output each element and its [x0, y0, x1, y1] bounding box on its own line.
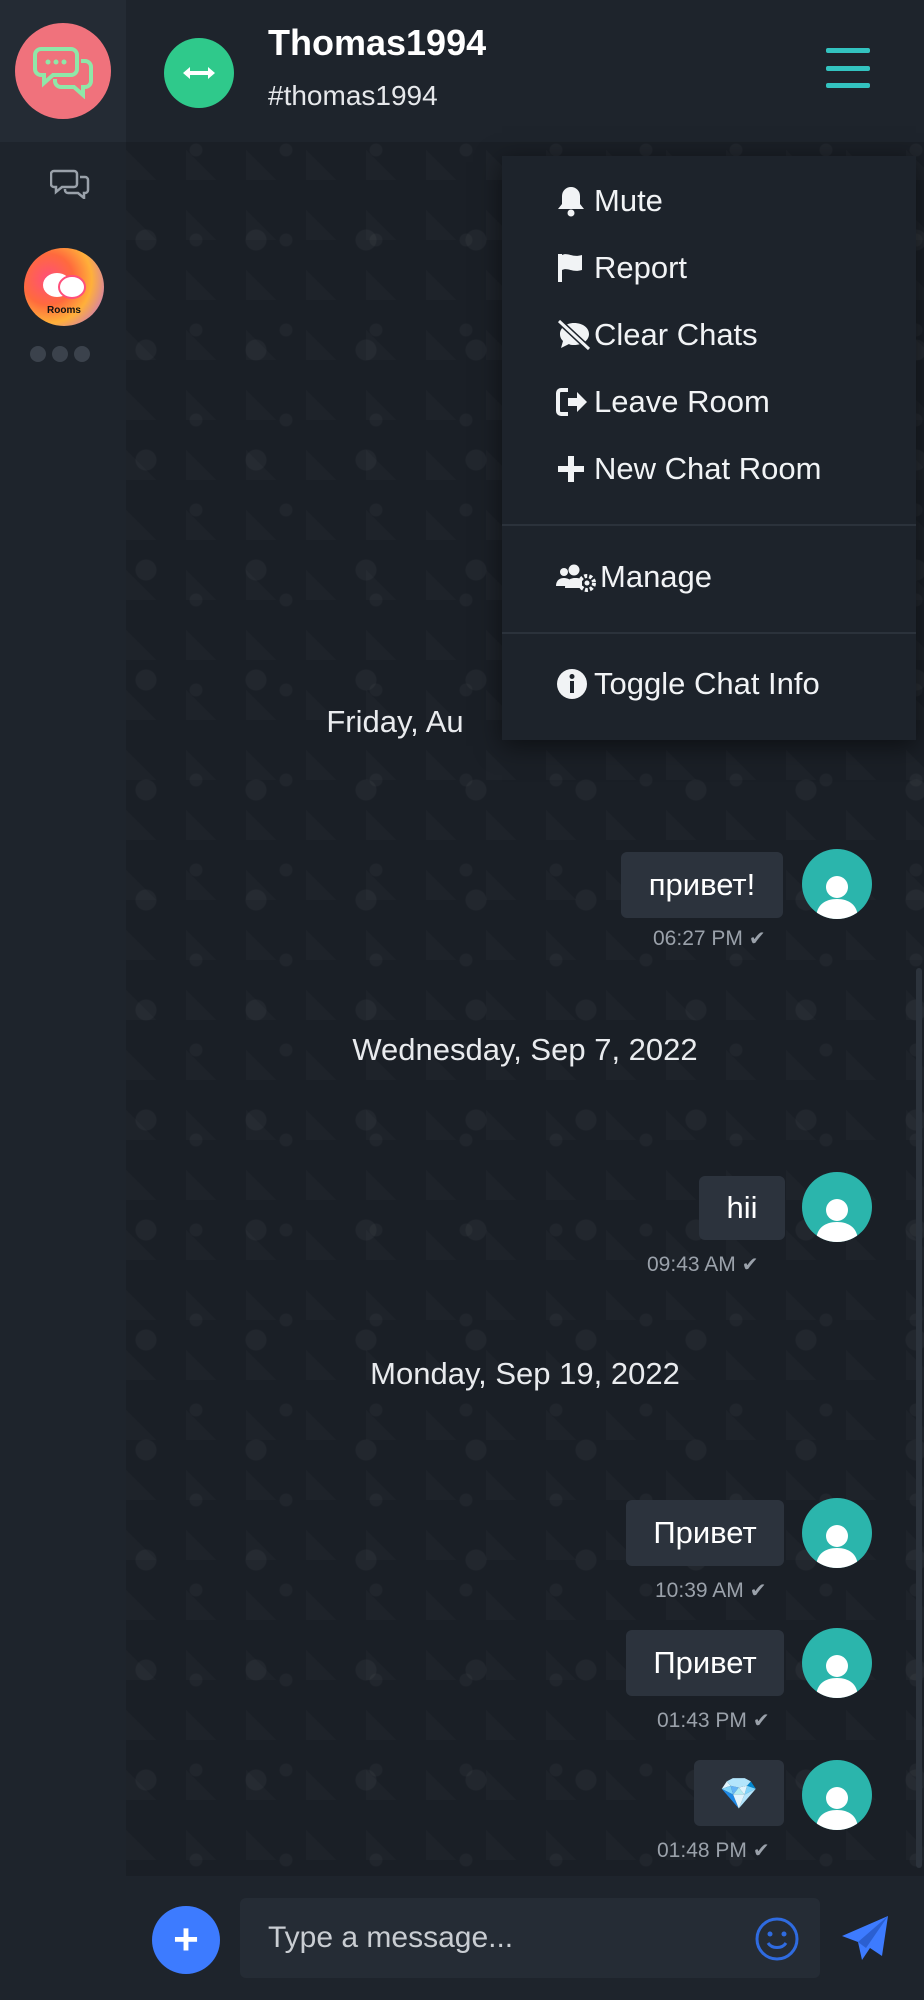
- user-avatar[interactable]: [802, 1498, 872, 1568]
- time-text: 01:43 PM: [657, 1709, 747, 1732]
- user-icon: [816, 1525, 858, 1568]
- chat-options-menu: Mute Report Clear Chats Leave Room New C…: [502, 156, 916, 740]
- message-time: 06:27 PM ✔: [653, 926, 766, 951]
- time-text: 01:48 PM: [657, 1839, 747, 1862]
- menu-item-label: New Chat Room: [594, 451, 822, 486]
- menu-item-clear-chats[interactable]: Clear Chats: [556, 310, 758, 360]
- menu-line: [826, 48, 870, 53]
- menu-item-new-chat-room[interactable]: New Chat Room: [556, 444, 821, 494]
- double-check-icon: ✔: [749, 1580, 767, 1602]
- menu-item-report[interactable]: Report: [556, 243, 687, 293]
- dot: [74, 346, 90, 362]
- menu-item-leave-room[interactable]: Leave Room: [556, 377, 770, 427]
- message-composer: +: [126, 1876, 924, 2000]
- message-time: 01:43 PM ✔: [657, 1708, 770, 1733]
- message-bubble[interactable]: 💎: [694, 1760, 784, 1826]
- message-time: 01:48 PM ✔: [657, 1838, 770, 1863]
- menu-item-label: Leave Room: [594, 384, 770, 419]
- user-icon: [816, 876, 858, 919]
- plus-icon: [556, 454, 592, 484]
- menu-divider: [502, 632, 916, 634]
- chat-title: Thomas1994: [268, 22, 487, 63]
- chats-nav-button[interactable]: [50, 166, 90, 200]
- comment-slash-icon: [556, 319, 592, 351]
- menu-divider: [502, 524, 916, 526]
- user-avatar[interactable]: [802, 1760, 872, 1830]
- menu-item-label: Report: [594, 250, 688, 285]
- paper-plane-icon[interactable]: [838, 1912, 892, 1966]
- time-text: 09:43 AM: [647, 1253, 736, 1276]
- chat-bubbles-icon: [33, 47, 93, 99]
- flag-icon: [556, 252, 592, 284]
- menu-item-label: Toggle Chat Info: [594, 666, 820, 701]
- logo-area: [0, 0, 126, 142]
- room-avatar-caption: Rooms: [47, 305, 81, 316]
- bell-icon: [556, 185, 592, 217]
- users-cog-icon: [556, 562, 598, 592]
- menu-line: [826, 65, 870, 71]
- arrows-horizontal-icon: [183, 67, 215, 79]
- left-rail: Rooms: [0, 0, 126, 2000]
- time-text: 10:39 AM: [655, 1579, 744, 1602]
- user-icon: [816, 1199, 858, 1242]
- double-check-icon: ✔: [748, 928, 766, 950]
- room-more-dots[interactable]: [30, 346, 90, 362]
- user-icon: [816, 1787, 858, 1830]
- chat-main: Thomas1994 #thomas1994 Friday, Au привет…: [126, 0, 924, 2000]
- menu-item-toggle-chat-info[interactable]: Toggle Chat Info: [556, 659, 820, 709]
- message-bubble[interactable]: hii: [699, 1176, 785, 1240]
- room-avatar[interactable]: Rooms: [24, 248, 104, 326]
- chats-icon: [50, 169, 90, 199]
- message-time: 09:43 AM ✔: [647, 1252, 759, 1277]
- date-separator: Monday, Sep 19, 2022: [370, 1356, 680, 1391]
- menu-item-label: Mute: [594, 183, 663, 218]
- speech-bubbles-icon: [43, 273, 86, 299]
- double-check-icon: ✔: [752, 1840, 770, 1862]
- add-attachment-button[interactable]: +: [152, 1906, 220, 1974]
- menu-item-manage[interactable]: Manage: [556, 552, 712, 602]
- dot: [30, 346, 46, 362]
- user-avatar[interactable]: [802, 1172, 872, 1242]
- smile-icon[interactable]: [754, 1916, 800, 1962]
- chat-avatar[interactable]: [164, 38, 234, 108]
- menu-line: [826, 83, 870, 88]
- user-icon: [816, 1655, 858, 1698]
- date-separator: Wednesday, Sep 7, 2022: [352, 1032, 698, 1067]
- double-check-icon: ✔: [741, 1254, 759, 1276]
- menu-item-label: Clear Chats: [594, 317, 758, 352]
- app-logo[interactable]: [15, 23, 111, 119]
- menu-item-label: Manage: [600, 559, 713, 594]
- hamburger-icon[interactable]: [826, 48, 870, 88]
- message-input[interactable]: [240, 1898, 820, 1978]
- scrollbar[interactable]: [916, 968, 922, 1868]
- chat-handle: #thomas1994: [268, 80, 438, 111]
- user-avatar[interactable]: [802, 849, 872, 919]
- user-avatar[interactable]: [802, 1628, 872, 1698]
- app-window: Rooms Thomas1994 #thomas1994 Friday, Au …: [0, 0, 924, 2000]
- message-time: 10:39 AM ✔: [655, 1578, 767, 1603]
- menu-item-mute[interactable]: Mute: [556, 176, 663, 226]
- message-bubble[interactable]: привет!: [621, 852, 783, 918]
- chat-header: Thomas1994 #thomas1994: [126, 0, 924, 142]
- sign-out-icon: [556, 387, 592, 417]
- dot: [52, 346, 68, 362]
- double-check-icon: ✔: [752, 1710, 770, 1732]
- message-bubble[interactable]: Привет: [626, 1630, 784, 1696]
- info-circle-icon: [556, 668, 592, 700]
- message-bubble[interactable]: Привет: [626, 1500, 784, 1566]
- time-text: 06:27 PM: [653, 927, 743, 950]
